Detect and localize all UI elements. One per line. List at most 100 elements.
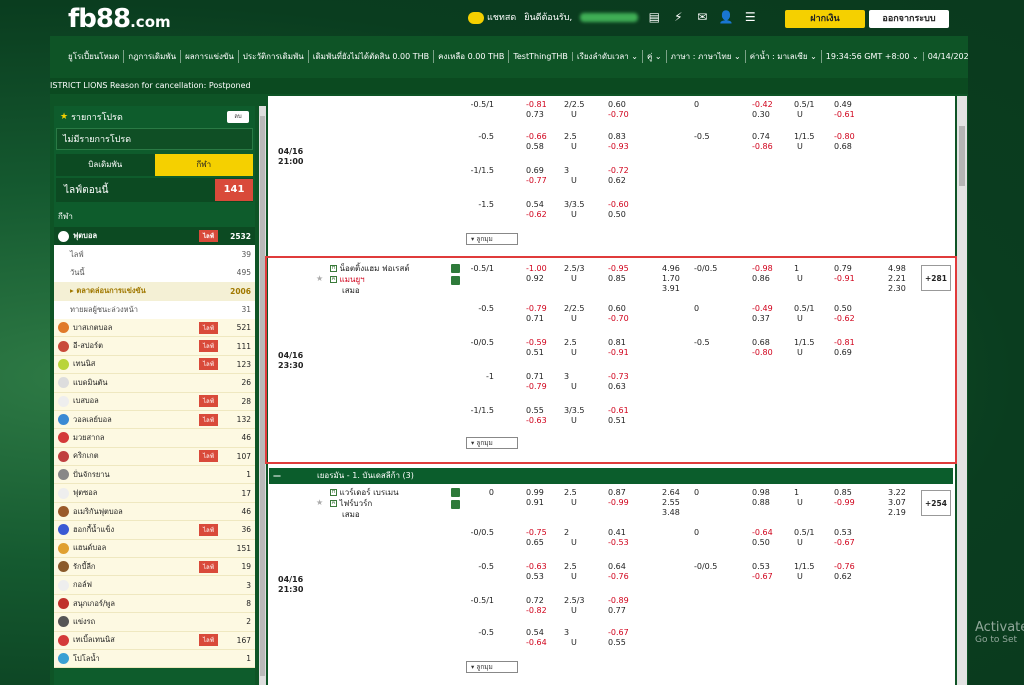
odds-cell[interactable]: -0.64 [752,528,773,538]
odds-cell[interactable]: 0.74 [752,132,770,142]
nav-item[interactable]: เรียงลำดับเวลา ⌄ [573,49,644,63]
odds-cell[interactable]: 0.30 [752,110,770,120]
odds-cell[interactable]: -0.70 [608,110,629,120]
odds-cell[interactable]: -0.80 [834,132,855,142]
odds-cell[interactable]: 0.68 [834,142,852,152]
odds-cell[interactable]: -0.61 [834,110,855,120]
sport-item[interactable]: กอล์ฟ 3 [54,576,255,595]
sport-item[interactable]: แบดมินตัน 26 [54,374,255,393]
nav-item[interactable]: คู่ ⌄ [643,49,667,63]
collapse-icon[interactable]: — [273,468,281,484]
odds-cell[interactable]: 0.55 [608,638,626,648]
odds-cell[interactable]: 0.77 [608,606,626,616]
odds-cell[interactable]: 0.73 [526,110,544,120]
odds-cell[interactable]: -0.64 [526,638,547,648]
nav-item[interactable]: ยูโรเปี้ยนโหมด [64,49,125,63]
sport-item[interactable]: โปโลน้ำ 1 [54,649,255,669]
sport-item[interactable]: ไลฟ์ 39 [54,245,255,264]
odds-cell[interactable]: 0.49 [834,100,852,110]
odds-cell[interactable]: -0.86 [752,142,773,152]
lightning-icon[interactable]: ⚡ [670,10,686,24]
odds-cell[interactable]: 0.50 [752,538,770,548]
main-scrollbar[interactable] [957,96,967,685]
site-logo[interactable]: fb88.com [68,4,171,34]
sport-item[interactable]: คริกเกต ไลฟ์ 107 [54,447,255,467]
live-now[interactable]: ไลฟ์ตอนนี้ 141 [56,178,253,202]
odds-cell[interactable]: 0.64 [608,562,626,572]
odds-cell[interactable]: -0.67 [834,538,855,548]
nav-item[interactable]: เดิมพันที่ยังไม่ได้ตัดสิน 0.00 THB [309,49,435,63]
corners-dropdown[interactable]: ▾ ลูกมุม [466,661,518,673]
odds-cell[interactable]: -0.60 [608,200,629,210]
odds-cell[interactable]: 0.99 [526,488,544,498]
odds-cell[interactable]: -0.53 [608,538,629,548]
odds-cell[interactable]: -0.66 [526,132,547,142]
odds-cell[interactable]: -0.67 [752,572,773,582]
odds-cell[interactable]: -0.81 [526,100,547,110]
odds-cell[interactable]: 0.65 [526,538,544,548]
nav-item[interactable]: TestThingTHB [509,51,573,61]
sport-item[interactable]: ▸ ตลาดล่อนการแข่งขัน 2006 [54,282,255,301]
odds-cell[interactable]: 0.53 [526,572,544,582]
odds-cell[interactable]: 0.91 [526,498,544,508]
odds-cell[interactable]: -0.76 [608,572,629,582]
live-chat[interactable]: แชทสด [468,10,516,24]
odds-cell[interactable]: -0.99 [834,498,855,508]
odds-cell[interactable]: -0.75 [526,528,547,538]
odds-cell[interactable]: 0.41 [608,528,626,538]
sport-item[interactable]: รักบี้ลีก ไลฟ์ 19 [54,558,255,577]
odds-cell[interactable]: 0.50 [608,210,626,220]
odds-cell[interactable]: 0.54 [526,200,544,210]
nav-item[interactable]: กฎการเดิมพัน [124,49,182,63]
nav-item[interactable]: 19:34:56 GMT +8:00 ⌄ [822,51,924,61]
sport-item[interactable]: วอลเลย์บอล ไลฟ์ 132 [54,410,255,430]
odds-cell[interactable]: -0.63 [526,562,547,572]
odds-cell[interactable]: 0.62 [608,176,626,186]
odds-cell[interactable]: 0.88 [752,498,770,508]
sport-item[interactable]: สนุกเกอร์/พูล 8 [54,594,255,614]
sport-item[interactable]: มวยสากล 46 [54,429,255,448]
odds-cell[interactable]: -0.89 [608,596,629,606]
user-icon[interactable]: 👤 [718,10,734,24]
nav-item[interactable]: ภาษา : ภาษาไทย ⌄ [667,49,746,63]
sport-item[interactable]: บาสเกตบอล ไลฟ์ 521 [54,318,255,338]
sport-item[interactable]: เทนนิส ไลฟ์ 123 [54,355,255,375]
odds-cell[interactable]: 0.58 [526,142,544,152]
odds-cell[interactable]: -0.99 [608,498,629,508]
nav-item[interactable]: ผลการแข่งขัน [181,49,239,63]
odds-cell[interactable]: 0.85 [834,488,852,498]
sport-item[interactable]: ฟุตซอล 17 [54,484,255,503]
sport-item[interactable]: แข่งรถ 2 [54,613,255,632]
clear-favorites-button[interactable]: ลบ [227,111,249,123]
sport-item[interactable]: ฮอกกี้น้ำแข็ง ไลฟ์ 36 [54,521,255,540]
sport-item[interactable]: อเมริกันฟุตบอล 46 [54,502,255,522]
odds-cell[interactable]: 0.60 [608,100,626,110]
corners-dropdown[interactable]: ▾ ลูกมุม [466,233,518,245]
wallet-icon[interactable]: ▤ [646,10,662,24]
stats-icon[interactable] [451,488,460,497]
nav-item[interactable]: 04/14/2023 [924,52,968,61]
odds-cell[interactable]: 0.53 [752,562,770,572]
odds-cell[interactable]: -0.76 [834,562,855,572]
odds-cell[interactable]: 0.83 [608,132,626,142]
sport-item[interactable]: เทเบิ้ลเทนนิส ไลฟ์ 167 [54,631,255,650]
odds-cell[interactable]: -0.82 [526,606,547,616]
field-icon[interactable] [451,500,460,509]
odds-cell[interactable]: 0.53 [834,528,852,538]
odds-cell[interactable]: -0.62 [526,210,547,220]
sport-item[interactable]: ฟุตบอล ไลฟ์ 2532 [54,227,255,246]
odds-cell[interactable]: 0.72 [526,596,544,606]
nav-item[interactable]: ค่าน้ำ : มาเลเซีย ⌄ [746,49,822,63]
main-scroll-thumb[interactable] [959,126,965,186]
promo-icon[interactable]: ✉ [694,10,710,24]
odds-cell[interactable]: -0.72 [608,166,629,176]
odds-cell[interactable]: -0.42 [752,100,773,110]
tab-sports[interactable]: กีฬา [154,154,253,176]
odds-cell[interactable]: 0.62 [834,572,852,582]
odds-cell[interactable]: 0.87 [608,488,626,498]
list-icon[interactable]: ☰ [742,10,758,24]
sport-item[interactable]: อี-สปอร์ต ไลฟ์ 111 [54,337,255,356]
odds-cell[interactable]: -0.93 [608,142,629,152]
sport-item[interactable]: วันนี้ 495 [54,263,255,283]
sport-item[interactable]: ปั่นจักรยาน 1 [54,466,255,485]
